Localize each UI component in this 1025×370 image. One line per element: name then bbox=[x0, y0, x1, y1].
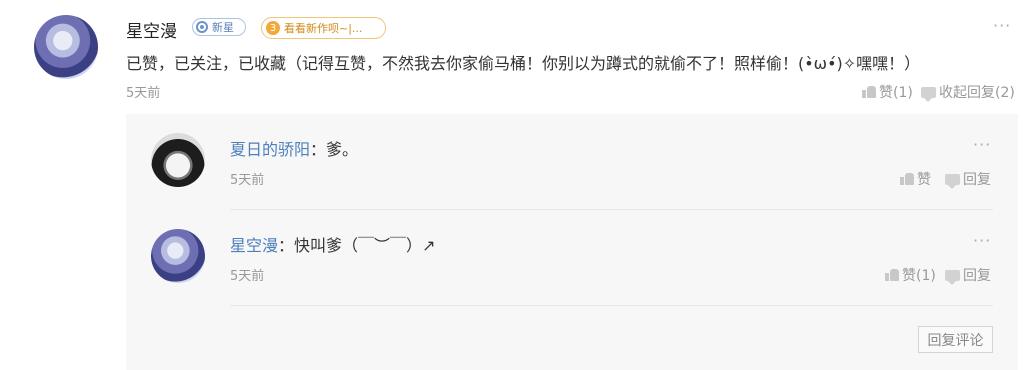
reply-line: 星空漫：快叫爹（￣︶￣）↗ bbox=[230, 232, 435, 256]
collapse-replies-label: 收起回复(2) bbox=[939, 85, 1015, 101]
reply-avatar[interactable] bbox=[151, 229, 205, 283]
reply-like-label: 赞 bbox=[917, 172, 931, 188]
level-badge-text: 看看新作呗~|... bbox=[284, 22, 363, 35]
thumbs-up-icon bbox=[885, 269, 899, 281]
level-badge[interactable]: 3 看看新作呗~|... bbox=[261, 17, 386, 39]
new-star-label: 新星 bbox=[212, 21, 234, 34]
comment-username[interactable]: 星空漫 bbox=[126, 17, 177, 42]
reply-reply-button[interactable]: 回复 bbox=[945, 265, 991, 285]
reply-avatar[interactable] bbox=[151, 133, 205, 187]
reply-text: 爹。 bbox=[326, 140, 359, 159]
reply-reply-button[interactable]: 回复 bbox=[945, 169, 991, 189]
level-number-icon: 3 bbox=[266, 21, 280, 35]
more-options-icon[interactable]: ··· bbox=[973, 231, 991, 250]
user-avatar[interactable] bbox=[34, 15, 98, 79]
chat-bubble-icon bbox=[945, 173, 960, 189]
star-badge-icon bbox=[196, 21, 208, 33]
reply-time: 5天前 bbox=[230, 269, 265, 284]
reply-time: 5天前 bbox=[230, 173, 265, 188]
reply-reply-label: 回复 bbox=[963, 172, 991, 188]
reply-reply-label: 回复 bbox=[963, 268, 991, 284]
comment-time: 5天前 bbox=[126, 86, 161, 101]
like-button[interactable]: 赞(1) bbox=[862, 82, 913, 102]
chat-bubble-icon bbox=[921, 86, 936, 102]
reply-like-label: 赞(1) bbox=[902, 268, 936, 284]
chat-bubble-icon bbox=[945, 269, 960, 285]
reply-username[interactable]: 星空漫 bbox=[230, 236, 278, 255]
comment-text: 已赞，已关注，已收藏（记得互赞，不然我去你家偷马桶！你别以为蹲式的就偷不了！照样… bbox=[126, 54, 921, 73]
more-options-icon[interactable]: ··· bbox=[973, 135, 991, 154]
new-star-badge[interactable]: 新星 bbox=[192, 18, 246, 36]
more-options-icon[interactable]: ··· bbox=[993, 16, 1011, 35]
reply-line: 夏日的骄阳：爹。 bbox=[230, 136, 358, 160]
reply-text: 快叫爹（￣︶￣）↗ bbox=[294, 236, 436, 255]
reply-like-button[interactable]: 赞(1) bbox=[885, 265, 936, 285]
like-label: 赞(1) bbox=[879, 85, 913, 101]
reply-like-button[interactable]: 赞 bbox=[900, 169, 931, 189]
reply-separator: ： bbox=[310, 140, 327, 159]
reply-divider bbox=[230, 305, 993, 306]
reply-comment-button[interactable]: 回复评论 bbox=[918, 326, 993, 353]
thumbs-up-icon bbox=[900, 173, 914, 185]
thumbs-up-icon bbox=[862, 86, 876, 98]
collapse-replies-button[interactable]: 收起回复(2) bbox=[921, 82, 1015, 102]
reply-separator: ： bbox=[278, 236, 295, 255]
reply-divider bbox=[230, 209, 993, 210]
reply-username[interactable]: 夏日的骄阳 bbox=[230, 140, 310, 159]
